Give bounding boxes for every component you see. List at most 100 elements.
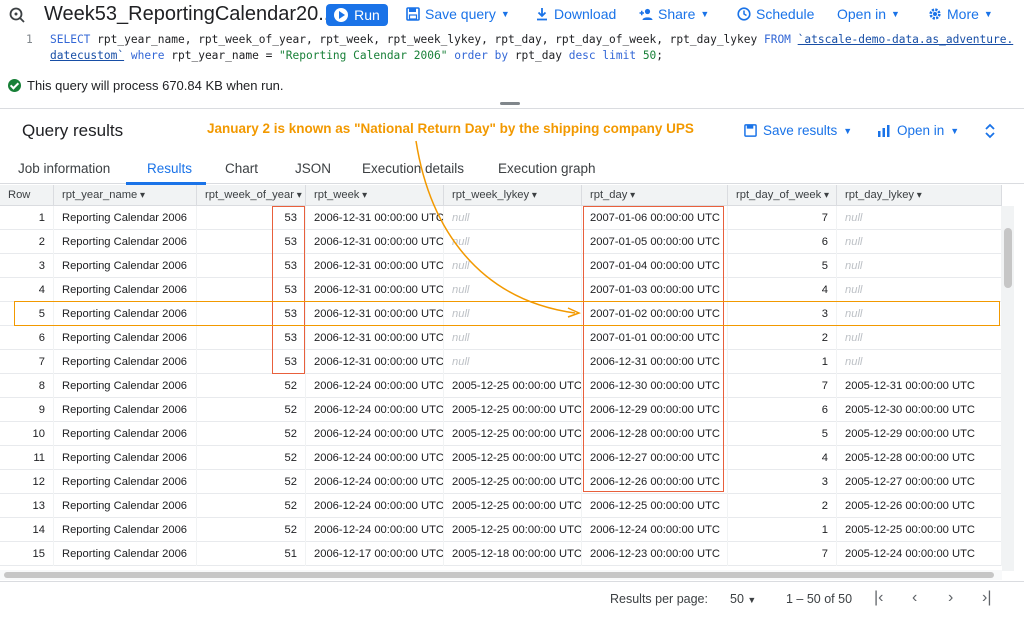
sql-keyword: where bbox=[130, 49, 165, 62]
table-cell: 2006-12-24 00:00:00 UTC bbox=[306, 494, 444, 518]
table-row[interactable]: 6 Reporting Calendar 2006 53 2006-12-31 00:… bbox=[0, 326, 1002, 350]
share-button[interactable]: Share ▼ bbox=[639, 6, 709, 22]
resize-handle[interactable] bbox=[500, 102, 520, 105]
first-page-icon[interactable]: |‹ bbox=[874, 589, 883, 607]
expand-icon[interactable] bbox=[983, 123, 997, 139]
horizontal-scrollbar[interactable] bbox=[0, 570, 1002, 580]
table-cell: null bbox=[444, 350, 582, 374]
table-row[interactable]: 8 Reporting Calendar 2006 52 2006-12-24 00:… bbox=[0, 374, 1002, 398]
chevron-down-icon: ▼ bbox=[500, 9, 510, 19]
table-cell: 7 bbox=[728, 206, 837, 230]
scroll-thumb[interactable] bbox=[4, 572, 994, 578]
table-row[interactable]: 12 Reporting Calendar 2006 52 2006-12-24 00… bbox=[0, 470, 1002, 494]
table-row[interactable]: 9 Reporting Calendar 2006 52 2006-12-24 00:… bbox=[0, 398, 1002, 422]
table-cell: 52 bbox=[197, 518, 306, 542]
sql-editor[interactable]: 1 SELECT rpt_year_name, rpt_week_of_year… bbox=[0, 30, 1024, 70]
column-header[interactable]: rpt_week ▾ bbox=[306, 185, 444, 206]
download-button[interactable]: Download bbox=[535, 6, 616, 22]
row-number: 14 bbox=[0, 518, 54, 542]
table-row[interactable]: 14 Reporting Calendar 2006 52 2006-12-24 00… bbox=[0, 518, 1002, 542]
column-header-label: Row bbox=[8, 189, 31, 201]
table-cell: null bbox=[837, 254, 1002, 278]
query-toolbar: Week53_ReportingCalendar20... Run Save q… bbox=[0, 0, 1024, 30]
tab-execution-details[interactable]: Execution details bbox=[362, 161, 464, 176]
row-number: 1 bbox=[0, 206, 54, 230]
sort-caret-icon[interactable]: ▾ bbox=[137, 190, 145, 201]
vertical-scrollbar[interactable] bbox=[1002, 206, 1014, 571]
table-cell: 3 bbox=[728, 470, 837, 494]
schedule-button[interactable]: Schedule bbox=[737, 6, 814, 22]
column-header[interactable]: rpt_week_lykey ▾ bbox=[444, 185, 582, 206]
sql-text: rpt_year_name = bbox=[164, 49, 280, 62]
prev-page-icon[interactable]: ‹ bbox=[912, 589, 917, 607]
more-button[interactable]: More ▼ bbox=[928, 6, 993, 22]
page-size-select[interactable]: 50 ▼ bbox=[730, 592, 756, 606]
scroll-thumb[interactable] bbox=[1004, 228, 1012, 288]
results-open-in-button[interactable]: Open in ▼ bbox=[877, 123, 959, 138]
table-row[interactable]: 7 Reporting Calendar 2006 53 2006-12-31 00:… bbox=[0, 350, 1002, 374]
rpt-day-highlight-box bbox=[583, 206, 724, 492]
line-number: 1 bbox=[26, 33, 33, 46]
table-row[interactable]: 13 Reporting Calendar 2006 52 2006-12-24 00… bbox=[0, 494, 1002, 518]
column-header[interactable]: rpt_day_of_week ▾ bbox=[728, 185, 837, 206]
tab-job-information[interactable]: Job information bbox=[18, 161, 110, 176]
query-title[interactable]: Week53_ReportingCalendar20... bbox=[44, 3, 335, 26]
sort-caret-icon[interactable]: ▾ bbox=[529, 190, 537, 201]
code-line-1: SELECT rpt_year_name, rpt_week_of_year, … bbox=[50, 32, 1013, 48]
column-header[interactable]: rpt_day_lykey ▾ bbox=[837, 185, 1002, 206]
column-header[interactable]: rpt_year_name ▾ bbox=[54, 185, 197, 206]
row-number: 10 bbox=[0, 422, 54, 446]
table-cell: null bbox=[837, 278, 1002, 302]
tab-chart[interactable]: Chart bbox=[225, 161, 258, 176]
check-circle-icon bbox=[8, 79, 21, 92]
last-page-icon[interactable]: ›| bbox=[982, 589, 991, 607]
column-header[interactable]: Row bbox=[0, 185, 54, 206]
table-cell: Reporting Calendar 2006 bbox=[54, 470, 197, 494]
save-results-button[interactable]: Save results ▼ bbox=[744, 123, 852, 138]
table-cell: null bbox=[444, 254, 582, 278]
run-button[interactable]: Run bbox=[326, 4, 388, 26]
results-per-page-label: Results per page: bbox=[610, 592, 708, 606]
table-cell: Reporting Calendar 2006 bbox=[54, 230, 197, 254]
sort-caret-icon[interactable]: ▾ bbox=[627, 190, 635, 201]
tab-json[interactable]: JSON bbox=[295, 161, 331, 176]
sql-table-ref[interactable]: `atscale-demo-data.as_adventure. bbox=[798, 33, 1014, 46]
column-header[interactable]: rpt_day ▾ bbox=[582, 185, 728, 206]
sort-caret-icon[interactable]: ▾ bbox=[914, 190, 922, 201]
gear-icon bbox=[929, 8, 941, 20]
table-cell: null bbox=[837, 206, 1002, 230]
table-row[interactable]: 11 Reporting Calendar 2006 52 2006-12-24 00… bbox=[0, 446, 1002, 470]
table-cell: null bbox=[444, 206, 582, 230]
open-in-button[interactable]: Open in ▼ bbox=[837, 6, 900, 22]
sql-table-ref[interactable]: datecustom` bbox=[50, 49, 124, 62]
table-cell: 2005-12-25 00:00:00 UTC bbox=[444, 494, 582, 518]
sort-caret-icon[interactable]: ▾ bbox=[294, 190, 302, 201]
table-row[interactable]: 10 Reporting Calendar 2006 52 2006-12-24 00… bbox=[0, 422, 1002, 446]
tab-execution-graph[interactable]: Execution graph bbox=[498, 161, 596, 176]
table-row[interactable]: 2 Reporting Calendar 2006 53 2006-12-31 00:… bbox=[0, 230, 1002, 254]
table-cell: 52 bbox=[197, 374, 306, 398]
table-row[interactable]: 15 Reporting Calendar 2006 51 2006-12-17 00… bbox=[0, 542, 1002, 566]
tab-results[interactable]: Results bbox=[147, 161, 192, 176]
column-header-label: rpt_week_lykey bbox=[452, 189, 530, 201]
table-cell: Reporting Calendar 2006 bbox=[54, 494, 197, 518]
sql-text: rpt_day bbox=[508, 49, 569, 62]
table-cell: 2006-12-24 00:00:00 UTC bbox=[306, 398, 444, 422]
table-cell: 52 bbox=[197, 470, 306, 494]
results-title: Query results bbox=[22, 121, 124, 140]
table-row[interactable]: 4 Reporting Calendar 2006 53 2006-12-31 00:… bbox=[0, 278, 1002, 302]
results-table: Row rpt_year_name ▾ rpt_week_of_year ▾ rpt_… bbox=[0, 185, 1002, 570]
table-cell: 2006-12-24 00:00:00 UTC bbox=[306, 470, 444, 494]
table-cell: 2005-12-29 00:00:00 UTC bbox=[837, 422, 1002, 446]
sort-caret-icon[interactable]: ▾ bbox=[821, 190, 829, 201]
table-cell: 1 bbox=[728, 518, 837, 542]
column-header[interactable]: rpt_week_of_year ▾ bbox=[197, 185, 306, 206]
next-page-icon[interactable]: › bbox=[948, 589, 953, 607]
table-row[interactable]: 1 Reporting Calendar 2006 53 2006-12-31 00:… bbox=[0, 206, 1002, 230]
table-cell: 2005-12-25 00:00:00 UTC bbox=[444, 470, 582, 494]
table-cell: null bbox=[837, 230, 1002, 254]
table-row[interactable]: 3 Reporting Calendar 2006 53 2006-12-31 00:… bbox=[0, 254, 1002, 278]
save-query-button[interactable]: Save query ▼ bbox=[406, 6, 510, 22]
sort-caret-icon[interactable]: ▾ bbox=[359, 190, 367, 201]
open-in-label: Open in bbox=[837, 6, 887, 22]
